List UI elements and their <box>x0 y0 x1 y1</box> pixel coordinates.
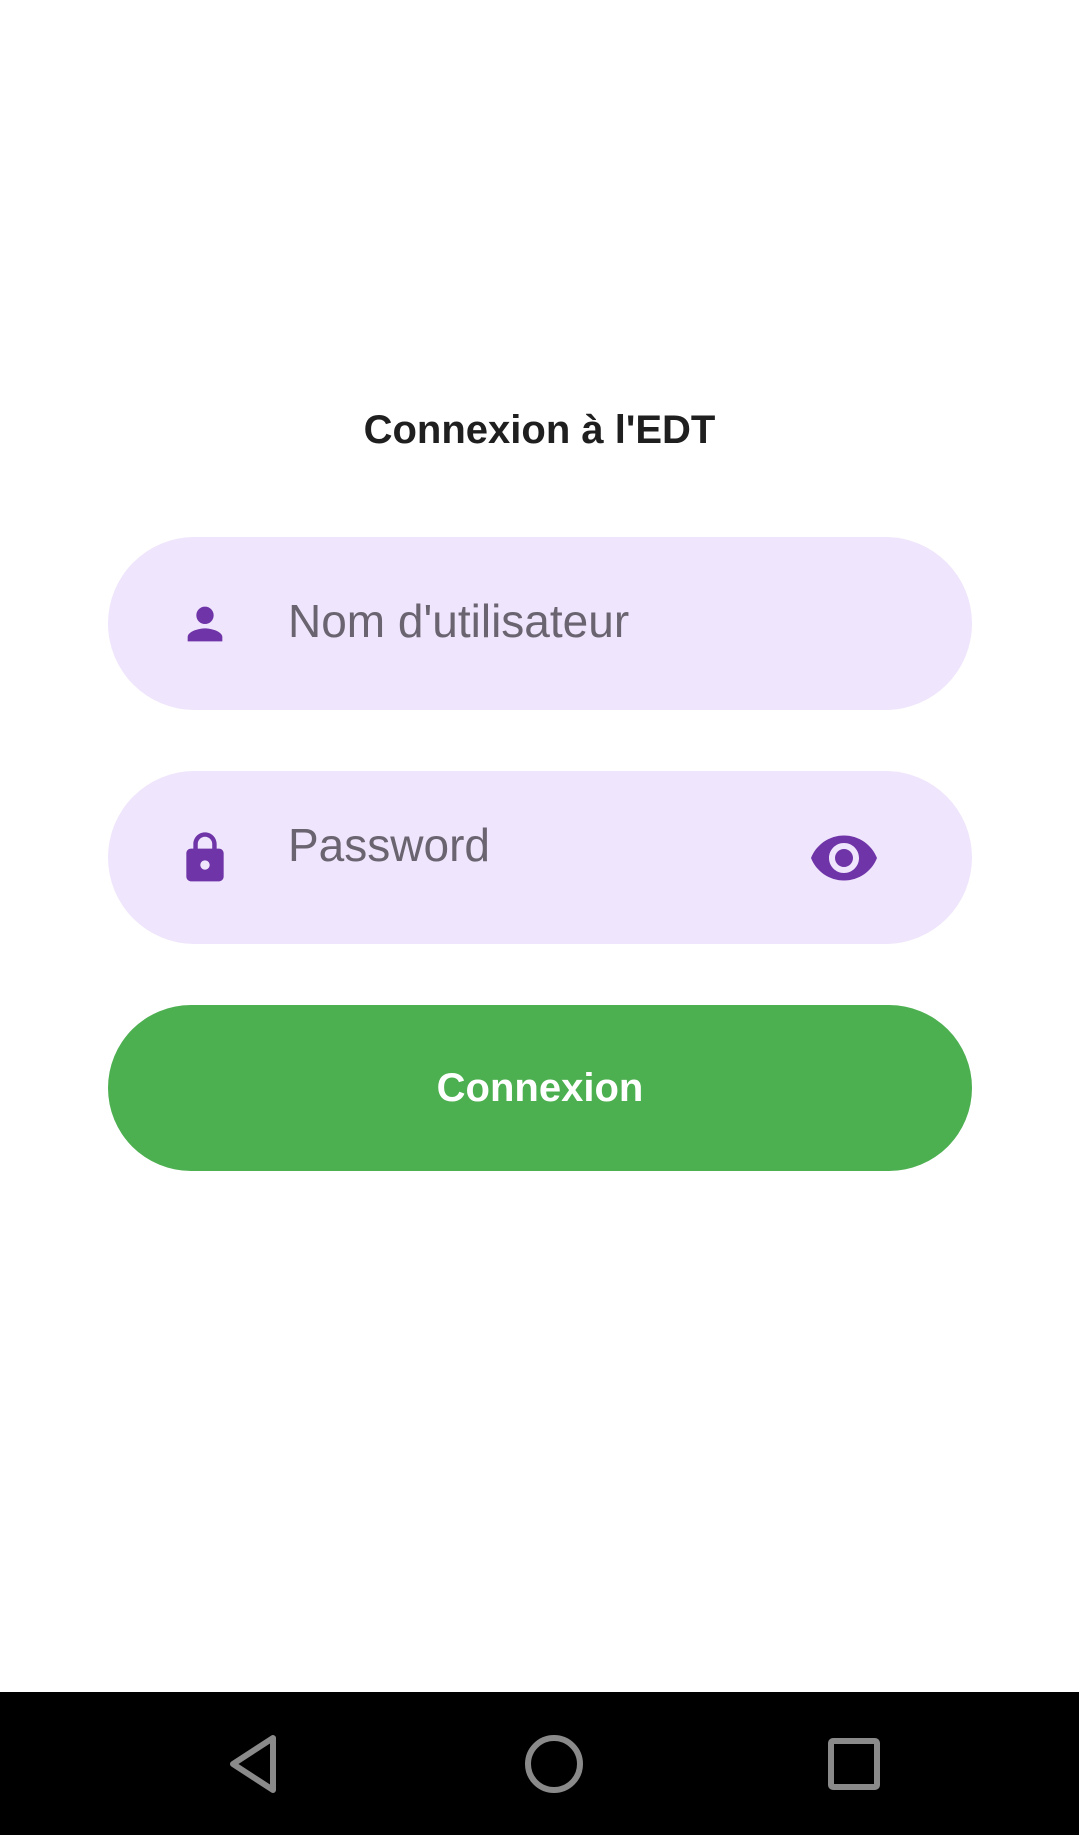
password-input[interactable] <box>288 758 768 931</box>
person-icon <box>177 596 233 652</box>
page-title: Connexion à l'EDT <box>363 408 716 452</box>
eye-icon[interactable] <box>806 830 882 886</box>
login-button[interactable]: Connexion <box>108 1005 972 1171</box>
recents-square-icon[interactable] <box>794 1692 914 1835</box>
password-field[interactable] <box>108 758 972 944</box>
username-field[interactable] <box>108 534 972 710</box>
back-triangle-icon[interactable] <box>194 1692 314 1835</box>
system-navigation-bar <box>0 1692 1079 1835</box>
lock-icon <box>177 830 233 886</box>
username-input[interactable] <box>288 534 768 707</box>
home-circle-icon[interactable] <box>494 1692 614 1835</box>
